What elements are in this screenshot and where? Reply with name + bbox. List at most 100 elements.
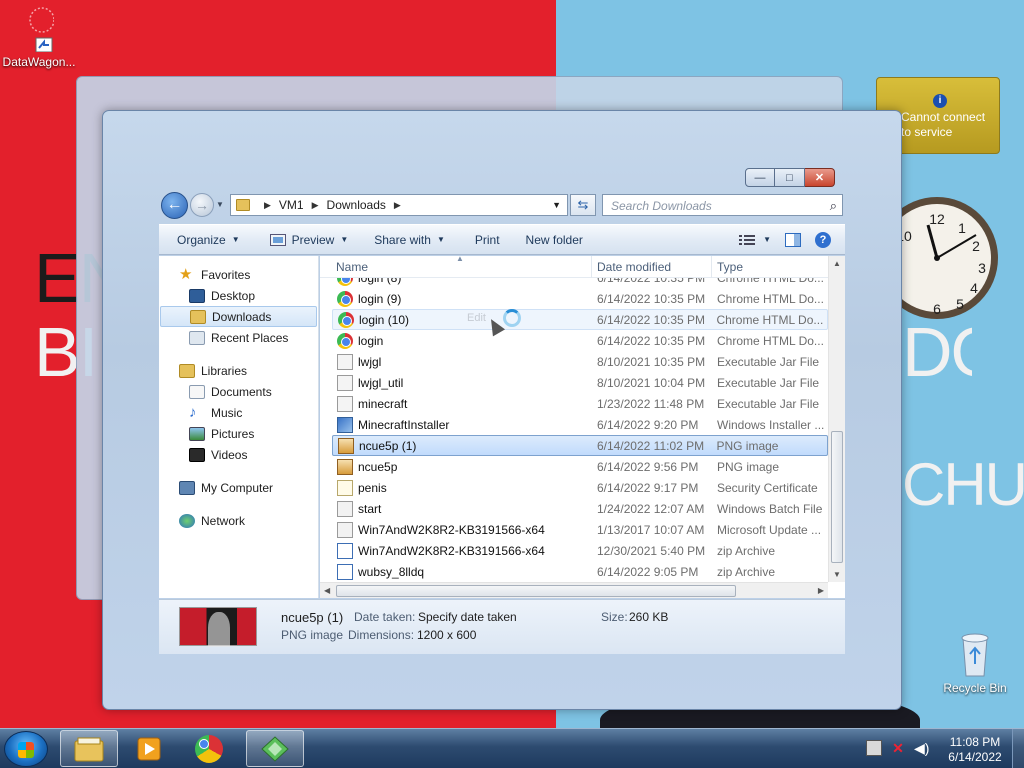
file-row[interactable]: lwjgl 8/10/2021 10:35 PM Executable Jar Fi… xyxy=(320,351,828,372)
file-row[interactable]: login (10) 6/14/2022 10:35 PM Chrome HTML … xyxy=(332,309,828,330)
svg-text:5: 5 xyxy=(956,296,964,312)
nav-music[interactable]: ♪ Music xyxy=(159,402,318,423)
new-folder-button[interactable]: New folder xyxy=(517,225,592,254)
taskbar-clock[interactable]: 11:08 PM 6/14/2022 xyxy=(940,735,1010,765)
nav-documents[interactable]: Documents xyxy=(159,381,318,402)
share-with-menu[interactable]: Share with ▼ xyxy=(365,225,454,254)
column-date-header[interactable]: Date modified xyxy=(592,256,712,278)
show-desktop-button[interactable] xyxy=(1012,729,1024,768)
file-name: start xyxy=(358,501,382,516)
chrome-icon xyxy=(337,332,353,349)
action-center-icon[interactable] xyxy=(866,740,882,756)
scroll-up-icon[interactable]: ▲ xyxy=(833,259,841,268)
print-button[interactable]: Print xyxy=(466,225,509,254)
nav-network-label: Network xyxy=(201,513,246,528)
back-arrow-icon: ← xyxy=(166,196,183,213)
nav-downloads-label: Downloads xyxy=(212,309,272,324)
detail-date-taken-value[interactable]: Specify date taken xyxy=(418,610,517,624)
print-label: Print xyxy=(474,232,500,247)
desktop-icon-datawagon[interactable]: DataWagon... xyxy=(0,6,78,69)
scroll-down-icon[interactable]: ▼ xyxy=(833,570,841,579)
breadcrumb-downloads[interactable]: Downloads xyxy=(327,198,386,212)
file-row[interactable]: ncue5p (1) 6/14/2022 11:02 PM PNG image xyxy=(332,435,828,456)
batch-file-icon xyxy=(337,500,353,517)
nav-my-computer[interactable]: My Computer xyxy=(159,477,318,498)
file-name: MinecraftInstaller xyxy=(358,417,450,432)
breadcrumb-separator-icon[interactable]: ▶ xyxy=(264,200,271,211)
file-type: Chrome HTML Do... xyxy=(716,312,824,327)
svg-text:6: 6 xyxy=(933,301,941,317)
maximize-button[interactable]: □ xyxy=(775,168,805,187)
nav-libraries[interactable]: Libraries xyxy=(159,360,318,381)
nav-my-computer-label: My Computer xyxy=(201,480,274,495)
volume-icon[interactable]: ◀) xyxy=(914,740,930,756)
horizontal-scroll-thumb[interactable] xyxy=(336,585,736,597)
close-button[interactable]: ✕ xyxy=(805,168,835,187)
file-row[interactable]: login 6/14/2022 10:35 PM Chrome HTML Do... xyxy=(320,330,828,351)
preview-menu[interactable]: Preview ▼ xyxy=(261,225,358,254)
taskbar-app-button[interactable] xyxy=(246,730,304,767)
clock-gadget[interactable]: 1212 345 610 xyxy=(900,197,1000,319)
nav-downloads[interactable]: Downloads xyxy=(160,306,317,327)
chevron-down-icon[interactable]: ▼ xyxy=(546,200,567,210)
file-row[interactable]: penis 6/14/2022 9:17 PM Security Certifica… xyxy=(320,477,828,498)
start-button[interactable] xyxy=(4,731,48,767)
search-icon[interactable]: ⌕ xyxy=(830,198,837,214)
search-placeholder: Search Downloads xyxy=(611,199,712,213)
back-button[interactable]: ← xyxy=(161,192,188,219)
recent-pages-dropdown[interactable]: ▼ xyxy=(216,200,224,209)
breadcrumb-vm1[interactable]: VM1 xyxy=(279,198,304,212)
search-input[interactable]: Search Downloads ⌕ xyxy=(602,194,843,216)
nav-pictures[interactable]: Pictures xyxy=(159,423,318,444)
change-view-button[interactable]: ▼ xyxy=(739,234,771,246)
file-row[interactable]: wubsy_8lldq 6/14/2022 9:05 PM zip Archive xyxy=(320,561,828,582)
column-type-header[interactable]: Type xyxy=(712,256,828,278)
file-row[interactable]: Win7AndW2K8R2-KB3191566-x64 1/13/2017 10:… xyxy=(320,519,828,540)
nav-videos[interactable]: Videos xyxy=(159,444,318,465)
scroll-right-icon[interactable]: ▶ xyxy=(818,586,824,595)
busy-spinner-icon xyxy=(503,309,521,327)
address-bar[interactable]: ▶ VM1 ▶ Downloads ▶ ▼ xyxy=(230,194,568,216)
file-row[interactable]: minecraft 1/23/2022 11:48 PM Executable Ja… xyxy=(320,393,828,414)
file-row[interactable]: start 1/24/2022 12:07 AM Windows Batch Fil… xyxy=(320,498,828,519)
file-row[interactable]: login (9) 6/14/2022 10:35 PM Chrome HTML D… xyxy=(320,288,828,309)
nav-favorites[interactable]: ★ Favorites xyxy=(159,264,318,285)
file-row[interactable]: Win7AndW2K8R2-KB3191566-x64 12/30/2021 5:… xyxy=(320,540,828,561)
organize-menu[interactable]: Organize ▼ xyxy=(159,225,249,254)
nav-recent-places[interactable]: Recent Places xyxy=(159,327,318,348)
nav-network[interactable]: Network xyxy=(159,510,318,531)
scroll-left-icon[interactable]: ◀ xyxy=(324,586,330,595)
view-controls: ▼ ? xyxy=(739,231,845,248)
breadcrumb-separator-icon[interactable]: ▶ xyxy=(312,200,319,211)
vertical-scrollbar[interactable]: ▲ ▼ xyxy=(828,256,845,582)
downloads-folder-icon xyxy=(190,309,206,324)
refresh-button[interactable]: ⇆ xyxy=(570,194,596,216)
file-name-cell: Win7AndW2K8R2-KB3191566-x64 xyxy=(320,542,592,559)
file-name-cell: login (9) xyxy=(320,290,592,307)
taskbar-explorer-button[interactable] xyxy=(60,730,118,767)
file-row[interactable]: login (8) 6/14/2022 10:35 PMChrome HTML D… xyxy=(320,278,828,288)
vertical-scroll-thumb[interactable] xyxy=(831,431,843,563)
help-button[interactable]: ? xyxy=(815,231,831,248)
file-row[interactable]: ncue5p 6/14/2022 9:56 PM PNG image xyxy=(320,456,828,477)
organize-label: Organize xyxy=(177,232,226,247)
forward-button[interactable]: → xyxy=(190,193,214,217)
nav-desktop[interactable]: Desktop xyxy=(159,285,318,306)
horizontal-scrollbar[interactable]: ◀ ▶ xyxy=(320,582,828,598)
minimize-button[interactable]: — xyxy=(745,168,775,187)
svg-text:2: 2 xyxy=(972,238,980,254)
file-name-cell: start xyxy=(320,500,592,517)
taskbar-media-player-button[interactable] xyxy=(120,730,178,767)
file-date: 6/14/2022 10:35 PM xyxy=(592,278,712,285)
network-error-icon[interactable]: ✕ xyxy=(890,740,906,756)
preview-pane-icon[interactable] xyxy=(785,232,801,247)
file-type: Executable Jar File xyxy=(717,354,820,369)
desktop-icon-recycle-bin[interactable]: Recycle Bin xyxy=(936,632,1014,695)
file-row[interactable]: lwjgl_util 8/10/2021 10:04 PM Executable J… xyxy=(320,372,828,393)
file-name-cell: minecraft xyxy=(320,395,592,412)
file-row[interactable]: MinecraftInstaller 6/14/2022 9:20 PM Windo… xyxy=(320,414,828,435)
file-type: Windows Batch File xyxy=(717,501,823,516)
taskbar-chrome-button[interactable] xyxy=(182,730,240,767)
breadcrumb-separator-icon[interactable]: ▶ xyxy=(394,200,401,211)
